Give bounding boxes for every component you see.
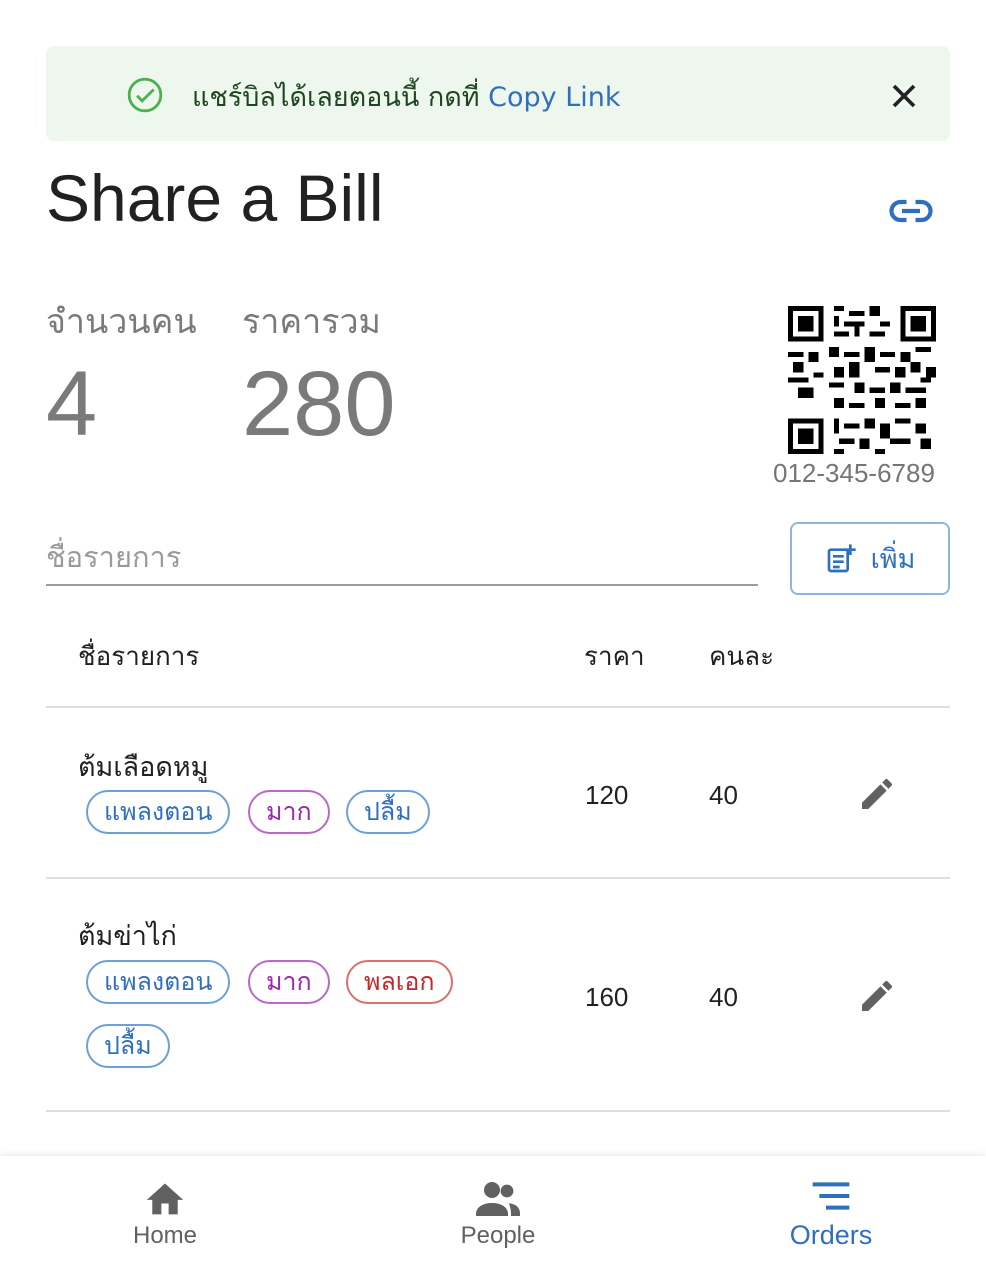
people-count-label: จำนวนคน — [46, 302, 197, 342]
item-name: ต้มข่าไก่ — [78, 921, 177, 952]
orders-icon — [812, 1182, 850, 1210]
item-per-person: 40 — [709, 982, 738, 1012]
total-price-label: ราคารวม — [242, 302, 381, 342]
header-item-name: ชื่อรายการ — [78, 642, 200, 672]
nav-home[interactable]: Home — [75, 1156, 255, 1264]
copy-link[interactable]: Copy Link — [488, 82, 620, 113]
people-count-value: 4 — [46, 353, 98, 455]
edit-icon[interactable] — [857, 976, 897, 1016]
person-chip[interactable]: พลเอก — [346, 960, 453, 1004]
close-icon[interactable] — [884, 76, 924, 116]
success-alert: แชร์บิลได้เลยตอนนี้ กดที่ Copy Link — [46, 46, 950, 141]
nav-people-label: People — [460, 1222, 536, 1249]
alert-message: แชร์บิลได้เลยตอนนี้ กดที่ Copy Link — [192, 75, 621, 118]
header-price: ราคา — [584, 642, 645, 672]
item-name-input[interactable] — [46, 530, 758, 586]
nav-orders-label: Orders — [789, 1220, 873, 1250]
item-price: 120 — [585, 780, 629, 810]
item-name: ต้มเลือดหมู — [78, 752, 209, 783]
payment-phone: 012-345-6789 — [773, 458, 935, 488]
add-item-button[interactable]: เพิ่ม — [790, 522, 950, 595]
home-icon — [146, 1183, 184, 1215]
nav-orders[interactable]: Orders — [741, 1156, 921, 1264]
divider — [46, 1110, 950, 1112]
nav-people[interactable]: People — [408, 1156, 588, 1264]
person-chip[interactable]: ปลื้ม — [86, 1024, 170, 1068]
person-chip[interactable]: แพลงตอน — [86, 790, 231, 834]
edit-icon[interactable] — [857, 774, 897, 814]
people-icon — [476, 1182, 520, 1216]
person-chip[interactable]: แพลงตอน — [86, 960, 231, 1004]
total-price-value: 280 — [242, 353, 396, 455]
link-icon[interactable] — [888, 196, 934, 226]
item-price: 160 — [585, 982, 629, 1012]
bottom-navigation: Home People Orders — [0, 1156, 986, 1264]
header-per-person: คนละ — [709, 642, 775, 672]
divider — [46, 706, 950, 708]
alert-text: แชร์บิลได้เลยตอนนี้ กดที่ — [192, 82, 489, 113]
playlist-add-icon — [827, 543, 856, 572]
nav-home-label: Home — [132, 1222, 198, 1249]
divider — [46, 877, 950, 879]
person-chip[interactable]: มาก — [248, 960, 330, 1004]
person-chip[interactable]: ปลื้ม — [346, 790, 430, 834]
person-chip[interactable]: มาก — [248, 790, 330, 834]
check-circle-icon — [127, 77, 163, 113]
qr-code — [788, 306, 936, 454]
item-per-person: 40 — [709, 780, 738, 810]
page-title: Share a Bill — [46, 161, 384, 235]
add-item-label: เพิ่ม — [870, 544, 916, 575]
